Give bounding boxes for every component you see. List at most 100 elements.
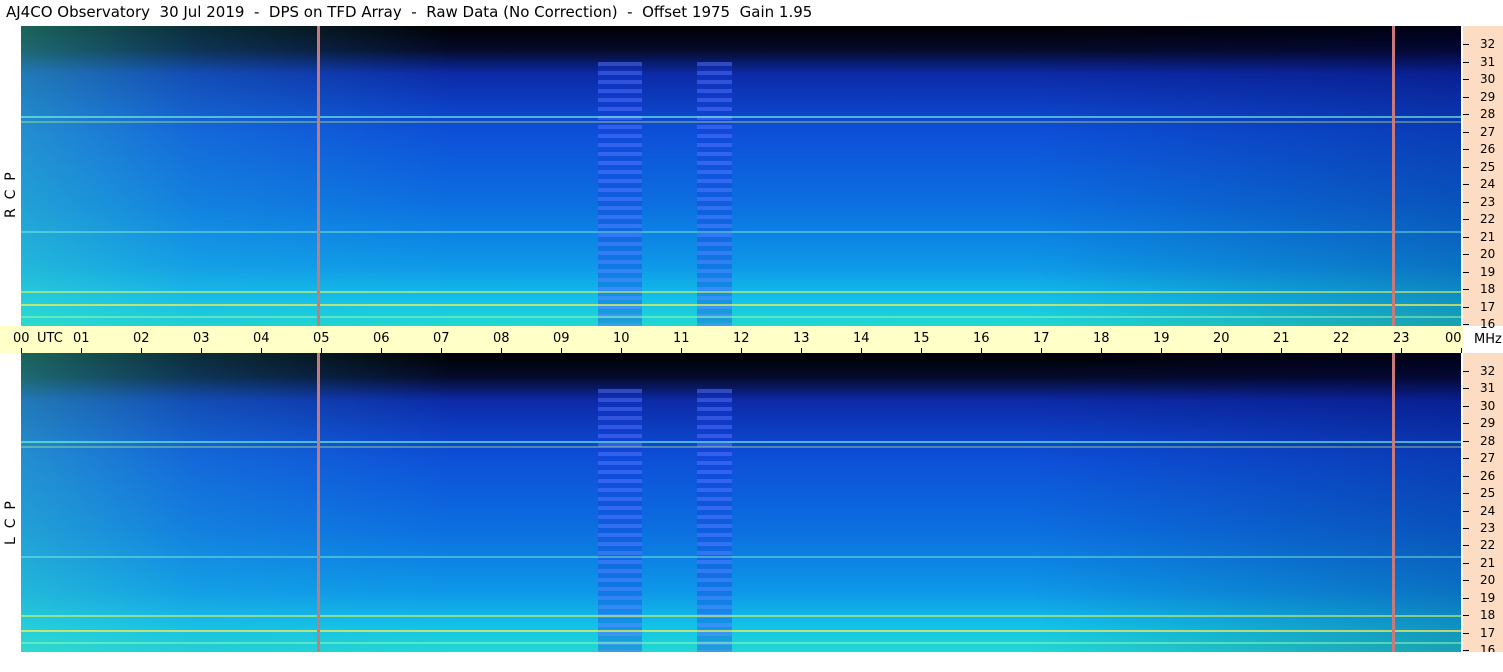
- time-tick-mark: [441, 348, 442, 353]
- time-marker: [317, 26, 320, 326]
- time-tick-mark: [861, 348, 862, 353]
- frequency-tick-mark: [1463, 201, 1469, 203]
- signal-band: [21, 291, 1461, 293]
- frequency-tick-mark: [1463, 114, 1469, 115]
- frequency-tick-label: 18: [1480, 608, 1496, 623]
- frequency-tick-mark: [1463, 44, 1469, 45]
- frequency-tick-mark: [1463, 615, 1469, 617]
- frequency-tick-label: 20: [1480, 247, 1496, 261]
- frequency-tick-label: 30: [1480, 398, 1496, 413]
- spectrogram-tint: [21, 26, 1461, 326]
- time-tick-mark: [1461, 348, 1462, 353]
- time-tick-label: 10: [613, 331, 630, 346]
- frequency-tick-mark: [1463, 562, 1469, 564]
- time-tick-mark: [681, 348, 682, 353]
- frequency-tick-label: 27: [1480, 124, 1496, 139]
- frequency-tick-label: 29: [1480, 89, 1496, 104]
- interference-block: [598, 388, 642, 652]
- frequency-tick-label: 29: [1480, 416, 1496, 431]
- time-tick-label: 20: [1213, 331, 1230, 346]
- time-tick-label: 00: [13, 331, 30, 346]
- time-tick-label: 06: [373, 331, 390, 346]
- interference-block: [598, 62, 642, 326]
- frequency-tick-mark: [1463, 149, 1469, 150]
- time-marker: [317, 353, 320, 652]
- time-tick-mark: [1161, 348, 1162, 353]
- time-tick-mark: [141, 348, 142, 353]
- footer-strip: [0, 652, 1503, 672]
- frequency-tick-label: 16: [1480, 317, 1496, 331]
- time-tick-mark: [741, 348, 742, 353]
- interference-block: [697, 62, 732, 326]
- frequency-tick-mark: [1463, 371, 1469, 372]
- frequency-tick-label: 25: [1480, 159, 1496, 174]
- time-axis: UTC 00 01 02 03 04 05 06 07 08 09 10 11 12 13 14 15 16 17…: [0, 326, 1463, 353]
- signal-band: [21, 121, 1461, 123]
- frequency-tick-mark: [1463, 306, 1469, 308]
- signal-band: [21, 441, 1461, 443]
- signal-band: [21, 630, 1461, 632]
- frequency-tick-label: 28: [1480, 107, 1496, 121]
- frequency-tick-label: 32: [1480, 364, 1496, 378]
- time-tick-mark: [1401, 348, 1402, 353]
- time-marker: [1392, 26, 1395, 326]
- time-tick-mark: [381, 348, 382, 353]
- frequency-tick-mark: [1463, 423, 1469, 425]
- time-tick-label: 18: [1093, 331, 1110, 346]
- frequency-tick-mark: [1463, 61, 1469, 63]
- frequency-tick-mark: [1463, 131, 1469, 133]
- signal-band: [21, 556, 1461, 558]
- time-tick-label: 01: [73, 331, 90, 346]
- time-tick-mark: [801, 348, 802, 353]
- spectrogram-lcp: [21, 353, 1461, 652]
- frequency-tick-label: 26: [1480, 142, 1496, 156]
- frequency-tick-label: 28: [1480, 433, 1496, 448]
- polarization-label-lcp: L C P: [3, 501, 19, 545]
- time-axis-unit: UTC: [37, 331, 63, 346]
- time-tick-label: 21: [1273, 331, 1290, 346]
- frequency-tick-mark: [1463, 440, 1469, 442]
- frequency-tick-label: 19: [1480, 590, 1496, 605]
- frequency-tick-mark: [1463, 388, 1469, 390]
- frequency-tick-label: 32: [1480, 37, 1496, 51]
- interference-block: [697, 388, 732, 652]
- time-tick-label: 02: [133, 331, 150, 346]
- time-tick-label: 11: [673, 331, 690, 346]
- time-tick-mark: [921, 348, 922, 353]
- time-tick-mark: [1041, 348, 1042, 353]
- frequency-tick-mark: [1463, 527, 1469, 529]
- signal-band: [21, 316, 1461, 318]
- signal-band: [21, 615, 1461, 617]
- time-tick-mark: [261, 348, 262, 353]
- time-tick-mark: [501, 348, 502, 353]
- time-tick-mark: [561, 348, 562, 353]
- time-tick-label: 15: [913, 331, 930, 346]
- frequency-tick-mark: [1463, 510, 1469, 512]
- frequency-tick-mark: [1463, 184, 1469, 185]
- frequency-tick-label: 20: [1480, 573, 1496, 588]
- time-tick-label: 09: [553, 331, 570, 346]
- time-tick-label: 14: [853, 331, 870, 346]
- spectrogram-tint: [21, 353, 1461, 652]
- frequency-tick-mark: [1463, 324, 1469, 325]
- frequency-tick-label: 22: [1480, 212, 1496, 226]
- time-tick-mark: [621, 348, 622, 353]
- frequency-tick-mark: [1463, 96, 1469, 98]
- frequency-tick-mark: [1463, 219, 1469, 220]
- frequency-tick-mark: [1463, 597, 1469, 599]
- signal-band: [21, 231, 1461, 233]
- time-tick-mark: [1341, 348, 1342, 353]
- frequency-tick-label: 18: [1480, 282, 1496, 296]
- frequency-tick-mark: [1463, 79, 1469, 80]
- frequency-tick-mark: [1463, 254, 1469, 255]
- polarization-label-rcp: R C P: [3, 172, 19, 218]
- frequency-tick-mark: [1463, 545, 1469, 547]
- frequency-tick-mark: [1463, 236, 1469, 238]
- frequency-axis-lcp: 32 31 30 29 28 27 26 25 24 23 22 21 20 19 18 17 16: [1463, 353, 1503, 657]
- frequency-tick-mark: [1463, 289, 1469, 290]
- frequency-tick-label: 26: [1480, 468, 1496, 483]
- frequency-tick-label: 22: [1480, 538, 1496, 553]
- frequency-tick-label: 23: [1480, 194, 1496, 209]
- time-tick-mark: [1221, 348, 1222, 353]
- frequency-tick-mark: [1463, 493, 1469, 495]
